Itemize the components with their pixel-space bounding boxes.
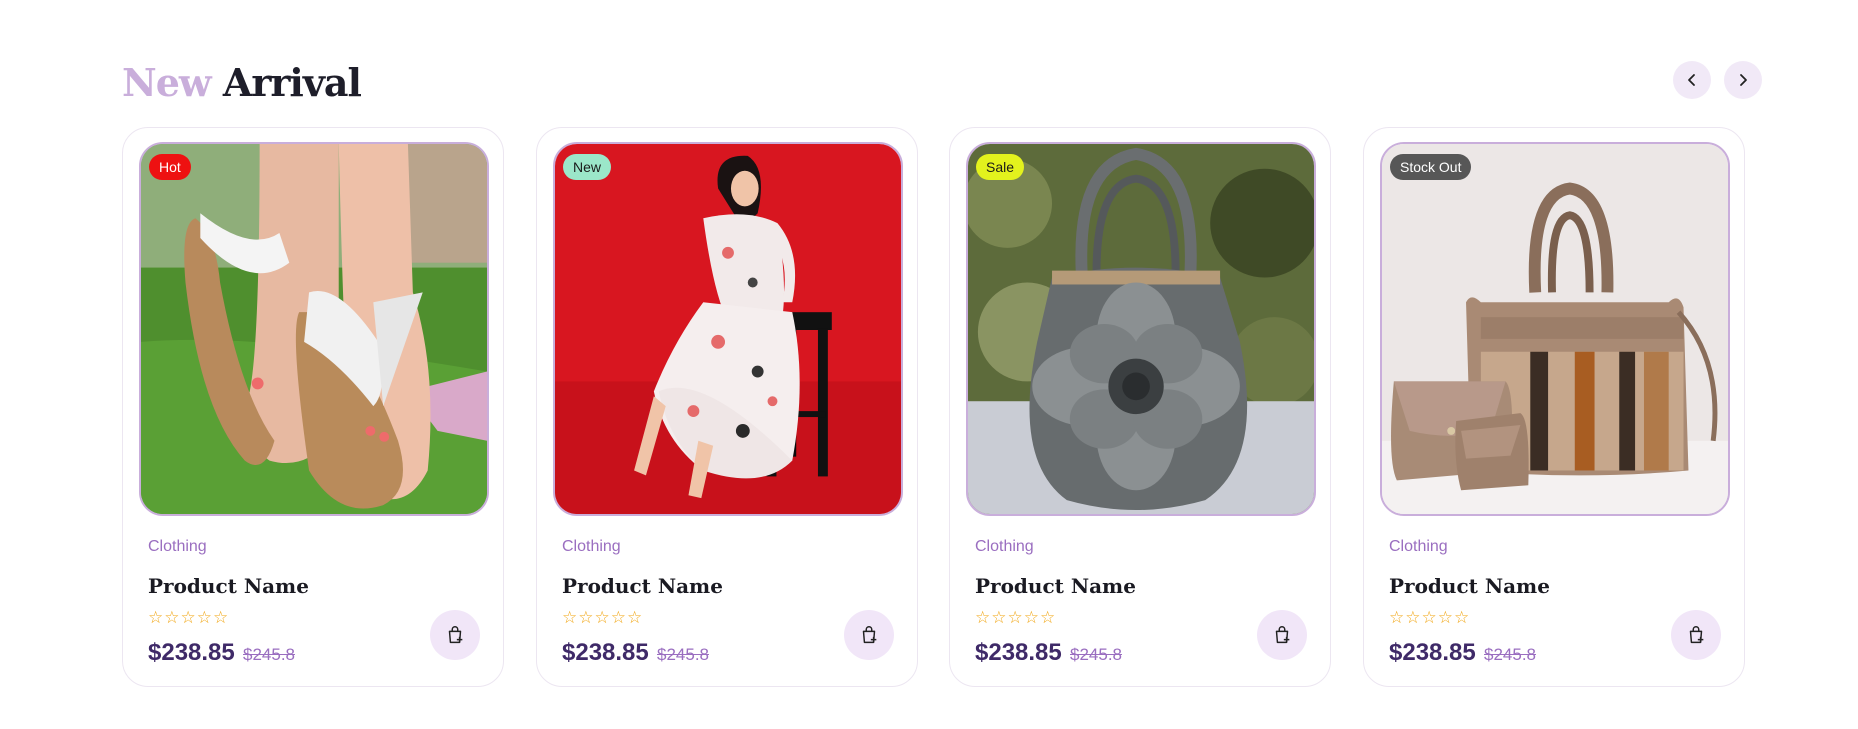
chevron-left-icon [1688, 74, 1695, 86]
add-to-cart-button[interactable] [1257, 610, 1307, 660]
heading-main: Arrival [222, 60, 362, 105]
product-price: $238.85 [148, 639, 235, 666]
product-image[interactable]: Sale [966, 142, 1316, 516]
product-card[interactable]: New Clothing Product Name ☆☆☆☆☆ $238.85 … [536, 127, 918, 687]
product-category[interactable]: Clothing [562, 538, 621, 556]
product-category[interactable]: Clothing [148, 538, 207, 556]
badge-sale: Sale [976, 154, 1025, 180]
product-card[interactable]: Stock Out Clothing Product Name ☆☆☆☆☆ $2… [1363, 127, 1745, 687]
chevron-right-icon [1740, 74, 1747, 86]
rating-stars: ☆☆☆☆☆ [562, 608, 644, 627]
product-image[interactable]: Stock Out [1380, 142, 1730, 516]
rating-stars: ☆☆☆☆☆ [148, 608, 230, 627]
add-to-cart-button[interactable] [844, 610, 894, 660]
rating-stars: ☆☆☆☆☆ [1389, 608, 1471, 627]
rating-stars: ☆☆☆☆☆ [975, 608, 1057, 627]
product-category[interactable]: Clothing [1389, 538, 1448, 556]
product-old-price: $245.8 [657, 645, 709, 664]
product-name[interactable]: Product Name [975, 574, 1136, 598]
product-price: $238.85 [975, 639, 1062, 666]
new-arrival-section: New Arrival Hot Clothing Product Name ☆☆… [0, 0, 1858, 729]
add-to-cart-button[interactable] [430, 610, 480, 660]
product-image[interactable]: Hot [139, 142, 489, 516]
product-price: $238.85 [1389, 639, 1476, 666]
product-name[interactable]: Product Name [1389, 574, 1550, 598]
product-category[interactable]: Clothing [975, 538, 1034, 556]
flower-handbag-photo [968, 144, 1314, 514]
product-card[interactable]: Sale Clothing Product Name ☆☆☆☆☆ $238.85… [949, 127, 1331, 687]
shopping-bag-plus-icon [1275, 626, 1290, 644]
product-name[interactable]: Product Name [148, 574, 309, 598]
carousel-next-button[interactable] [1724, 61, 1762, 99]
product-old-price: $245.8 [243, 645, 295, 664]
product-price: $238.85 [562, 639, 649, 666]
sandals-photo [141, 144, 487, 514]
heading-accent: New [122, 60, 212, 105]
shopping-bag-plus-icon [1689, 626, 1704, 644]
product-card[interactable]: Hot Clothing Product Name ☆☆☆☆☆ $238.85 … [122, 127, 504, 687]
badge-hot: Hot [149, 154, 191, 180]
carousel-prev-button[interactable] [1673, 61, 1711, 99]
shopping-bag-plus-icon [862, 626, 877, 644]
handbag-set-photo [1382, 144, 1728, 514]
product-image[interactable]: New [553, 142, 903, 516]
product-old-price: $245.8 [1070, 645, 1122, 664]
badge-stock-out: Stock Out [1390, 154, 1472, 180]
shopping-bag-plus-icon [448, 626, 463, 644]
badge-new: New [563, 154, 612, 180]
section-heading: New Arrival [122, 58, 362, 108]
product-old-price: $245.8 [1484, 645, 1536, 664]
add-to-cart-button[interactable] [1671, 610, 1721, 660]
dress-photo [555, 144, 901, 514]
product-name[interactable]: Product Name [562, 574, 723, 598]
